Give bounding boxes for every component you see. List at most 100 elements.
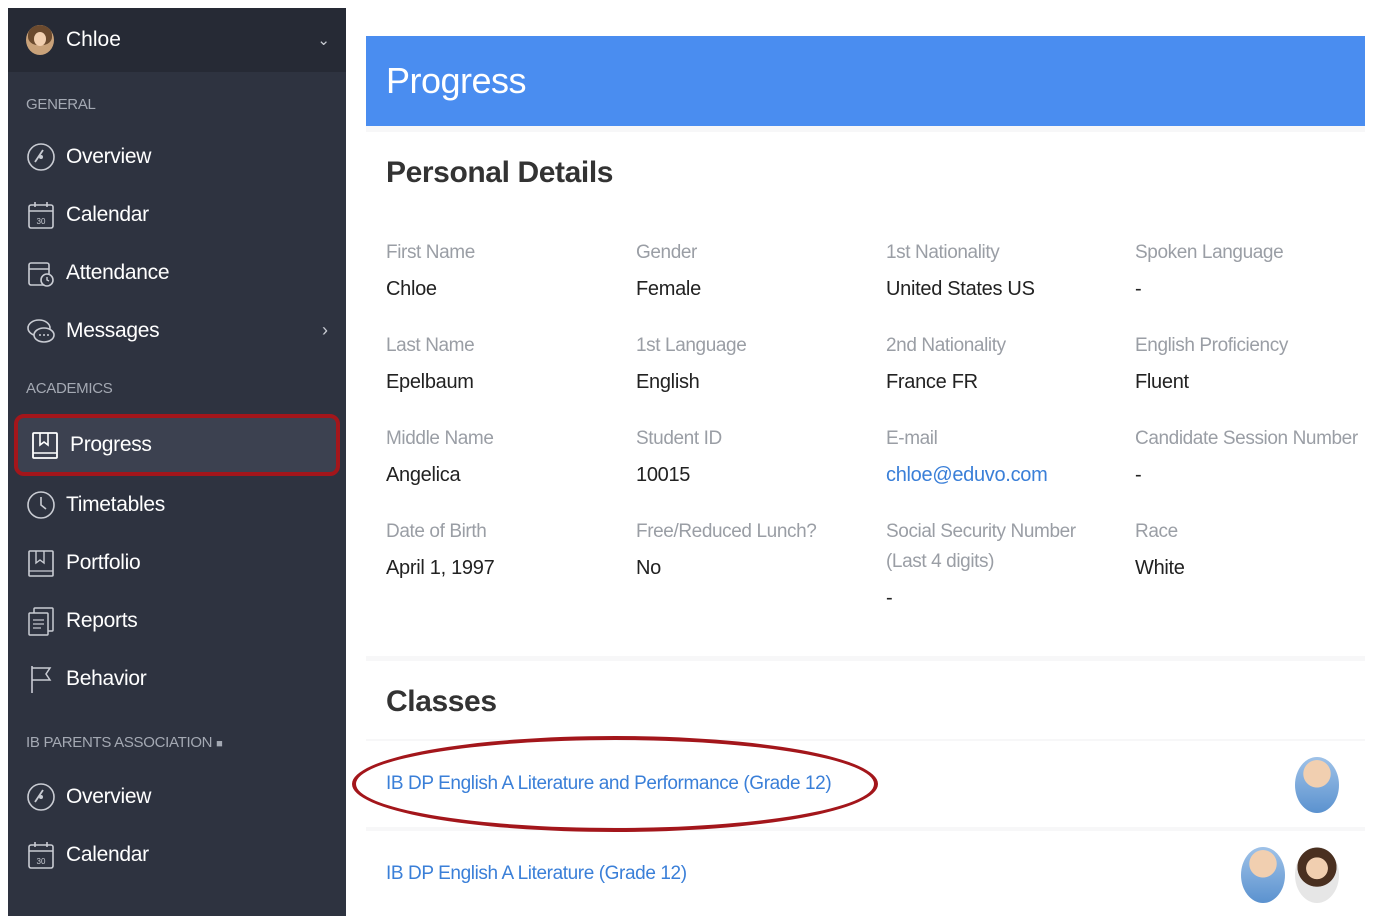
- field-value: -: [1135, 278, 1142, 300]
- sidebar-item-label: Behavior: [66, 667, 147, 690]
- lock-icon: ■: [216, 738, 223, 750]
- field-label: Free/Reduced Lunch?: [636, 521, 817, 542]
- gauge-icon: [26, 781, 56, 813]
- field-label: Social Security Number (Last 4 digits): [886, 521, 1076, 572]
- personal-details-grid: First Name Chloe Gender Female 1st Nationa…: [366, 226, 1365, 656]
- field-race: Race White: [1135, 517, 1375, 580]
- teacher-avatars: [1241, 847, 1339, 903]
- field-gender: Gender Female: [636, 238, 876, 301]
- sidebar-item-overview[interactable]: Overview: [8, 128, 346, 186]
- chevron-right-icon: ›: [322, 320, 328, 340]
- field-label: Middle Name: [386, 428, 494, 449]
- sidebar-item-timetables[interactable]: Timetables: [8, 476, 346, 534]
- calendar-icon: 30: [26, 199, 56, 231]
- user-avatar: [26, 25, 54, 55]
- main-content: Progress Personal Details First Name Chlo…: [352, 36, 1365, 916]
- email-link[interactable]: chloe@eduvo.com: [886, 464, 1126, 487]
- field-1st-nationality: 1st Nationality United States US: [886, 238, 1126, 301]
- section-label-academics: ACADEMICS: [26, 380, 113, 397]
- user-name: Chloe: [66, 28, 121, 51]
- section-label-text: IB PARENTS ASSOCIATION: [26, 734, 213, 751]
- teacher-avatar[interactable]: [1241, 847, 1285, 903]
- field-email: E-mail chloe@eduvo.com: [886, 424, 1126, 487]
- field-value: Female: [636, 278, 701, 300]
- sidebar-item-label: Calendar: [66, 203, 149, 226]
- sidebar-item-progress[interactable]: Progress: [14, 414, 340, 476]
- sidebar-item-behavior[interactable]: Behavior: [8, 650, 346, 708]
- field-label: Date of Birth: [386, 521, 487, 542]
- section-label-association: IB PARENTS ASSOCIATION ■: [8, 734, 346, 768]
- sidebar-item-label: Attendance: [66, 261, 170, 284]
- sidebar-item-calendar[interactable]: 30 Calendar: [8, 186, 346, 244]
- field-value: April 1, 1997: [386, 557, 495, 579]
- sidebar-item-association-overview[interactable]: Overview: [8, 768, 346, 826]
- field-value: -: [1135, 464, 1142, 486]
- classes-title: Classes: [386, 685, 497, 718]
- field-student-id: Student ID 10015: [636, 424, 876, 487]
- calendar-icon: 30: [26, 839, 56, 871]
- field-first-name: First Name Chloe: [386, 238, 626, 301]
- sidebar-item-attendance[interactable]: Attendance: [8, 244, 346, 302]
- teacher-avatar[interactable]: [1295, 757, 1339, 813]
- field-value: United States US: [886, 278, 1035, 300]
- field-english-proficiency: English Proficiency Fluent: [1135, 331, 1375, 394]
- bookmark-icon: [26, 547, 56, 579]
- field-last-name: Last Name Epelbaum: [386, 331, 626, 394]
- sidebar-item-label: Timetables: [66, 493, 165, 516]
- field-value: No: [636, 557, 661, 579]
- clock-icon: [26, 489, 56, 521]
- field-value: -: [886, 587, 893, 609]
- messages-icon: [26, 315, 56, 347]
- classes-card: Classes: [366, 661, 1365, 739]
- sidebar: Chloe ⌄ GENERAL Overview 30 Calendar Att…: [8, 8, 346, 916]
- field-value: English: [636, 371, 700, 393]
- sidebar-item-reports[interactable]: Reports: [8, 592, 346, 650]
- field-value: Epelbaum: [386, 371, 474, 393]
- field-label: Gender: [636, 242, 697, 263]
- sidebar-item-label: Reports: [66, 609, 138, 632]
- teacher-avatar[interactable]: [1295, 847, 1339, 903]
- field-label: Race: [1135, 521, 1178, 542]
- field-value: White: [1135, 557, 1185, 579]
- page-title: Progress: [366, 36, 1365, 126]
- reports-icon: [26, 605, 56, 637]
- sidebar-item-association-calendar[interactable]: 30 Calendar: [8, 826, 346, 884]
- field-label: E-mail: [886, 428, 938, 449]
- field-value: Chloe: [386, 278, 437, 300]
- personal-details-title: Personal Details: [386, 156, 614, 189]
- chevron-down-icon[interactable]: ⌄: [317, 31, 330, 49]
- field-label: First Name: [386, 242, 475, 263]
- field-label: 1st Nationality: [886, 242, 1000, 263]
- sidebar-item-label: Overview: [66, 785, 152, 808]
- field-2nd-nationality: 2nd Nationality France FR: [886, 331, 1126, 394]
- attendance-icon: [26, 257, 56, 289]
- class-row[interactable]: IB DP English A Literature (Grade 12): [366, 831, 1365, 916]
- field-ssn: Social Security Number (Last 4 digits) -: [886, 517, 1106, 610]
- class-row[interactable]: IB DP English A Literature and Performan…: [366, 741, 1365, 827]
- class-link[interactable]: IB DP English A Literature and Performan…: [386, 773, 832, 795]
- section-label-general: GENERAL: [26, 96, 96, 113]
- flag-icon: [26, 663, 56, 695]
- calendar-day-text: 30: [37, 857, 46, 866]
- gauge-icon: [26, 141, 56, 173]
- field-label: Last Name: [386, 335, 475, 356]
- bookmark-icon: [30, 429, 60, 461]
- sidebar-item-label: Overview: [66, 145, 152, 168]
- field-label: English Proficiency: [1135, 335, 1288, 356]
- field-label: Spoken Language: [1135, 242, 1284, 263]
- calendar-day-text: 30: [37, 217, 46, 226]
- field-label: 1st Language: [636, 335, 747, 356]
- class-link[interactable]: IB DP English A Literature (Grade 12): [386, 863, 687, 885]
- field-label: Student ID: [636, 428, 722, 449]
- field-1st-language: 1st Language English: [636, 331, 876, 394]
- field-value: Angelica: [386, 464, 461, 486]
- field-label: 2nd Nationality: [886, 335, 1006, 356]
- sidebar-item-label: Calendar: [66, 843, 149, 866]
- teacher-avatars: [1295, 757, 1339, 813]
- field-middle-name: Middle Name Angelica: [386, 424, 626, 487]
- field-value: 10015: [636, 464, 691, 486]
- sidebar-item-messages[interactable]: Messages ›: [8, 302, 346, 360]
- user-menu[interactable]: Chloe ⌄: [8, 8, 346, 72]
- sidebar-item-portfolio[interactable]: Portfolio: [8, 534, 346, 592]
- sidebar-item-label: Progress: [70, 433, 152, 456]
